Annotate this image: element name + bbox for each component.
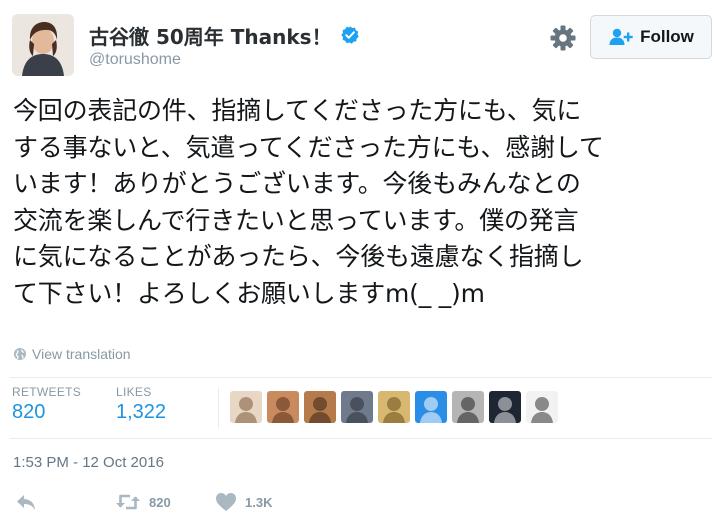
follow-button[interactable]: Follow bbox=[590, 15, 712, 59]
add-user-icon bbox=[609, 28, 633, 45]
follow-label: Follow bbox=[640, 27, 694, 46]
liker-avatar-8[interactable] bbox=[489, 391, 521, 423]
likes-value: 1,322 bbox=[116, 401, 167, 423]
stat-separator bbox=[218, 388, 219, 428]
retweets-label: RETWEETS bbox=[12, 385, 82, 399]
tweet-line: います！ありがとうございます。今後もみんなとの bbox=[13, 169, 581, 198]
tweet-line: する事ないと、気遣ってくださった方にも、感謝して bbox=[13, 132, 604, 162]
likes-stat[interactable]: LIKES 1,322 bbox=[116, 385, 166, 424]
display-name[interactable]: 古谷徹 50周年 Thanks！ bbox=[89, 21, 332, 50]
like-button[interactable]: 1.3K bbox=[215, 492, 272, 512]
liker-avatar-4[interactable] bbox=[341, 391, 373, 423]
liker-avatar-1[interactable] bbox=[230, 391, 262, 423]
retweet-icon bbox=[116, 494, 140, 510]
verified-badge-icon bbox=[340, 26, 359, 44]
liker-avatar-7[interactable] bbox=[452, 391, 484, 423]
avatar[interactable] bbox=[12, 14, 74, 76]
divider bbox=[10, 377, 712, 378]
liker-avatar-3[interactable] bbox=[304, 391, 336, 423]
tweet-card: 古谷徹 50周年 Thanks！ @torushome Follow 今回の表記… bbox=[0, 0, 722, 524]
name-row: 古谷徹 50周年 Thanks！ bbox=[89, 21, 360, 50]
tweet-line: て下さい！よろしくお願いしますm(_ _)m bbox=[13, 278, 485, 308]
retweet-button[interactable]: 820 bbox=[115, 492, 171, 512]
retweets-value: 820 bbox=[12, 401, 46, 423]
liker-avatar-2[interactable] bbox=[267, 391, 299, 423]
liker-avatar-6[interactable] bbox=[415, 391, 447, 423]
retweets-stat[interactable]: RETWEETS 820 bbox=[12, 385, 81, 424]
liker-avatar-9[interactable] bbox=[526, 391, 558, 423]
like-count: 1.3K bbox=[245, 494, 273, 510]
gear-icon[interactable] bbox=[549, 24, 577, 52]
liker-avatar-5[interactable] bbox=[378, 391, 410, 423]
heart-icon bbox=[216, 493, 236, 511]
user-handle[interactable]: @torushome bbox=[89, 51, 181, 69]
tweet-timestamp[interactable]: 1:53 PM - 12 Oct 2016 bbox=[13, 454, 164, 471]
divider bbox=[10, 438, 712, 439]
reply-button[interactable] bbox=[15, 492, 37, 512]
tweet-line: 交流を楽しんで行きたいと思っています。僕の発言 bbox=[13, 205, 579, 235]
tweet-line: に気になることがあったら、今後も遠慮なく指摘し bbox=[13, 242, 584, 271]
likes-label: LIKES bbox=[116, 385, 152, 399]
retweet-count: 820 bbox=[149, 494, 171, 510]
globe-icon bbox=[14, 348, 26, 360]
reply-icon bbox=[17, 495, 35, 510]
tweet-line: 今回の表記の件、指摘してくださった方にも、気に bbox=[13, 96, 582, 125]
liker-avatars bbox=[230, 391, 563, 423]
view-translation-label: View translation bbox=[32, 346, 131, 362]
tweet-text: 今回の表記の件、指摘してくださった方にも、気に する事ないと、気遣ってくださった… bbox=[13, 93, 713, 312]
view-translation-link[interactable]: View translation bbox=[13, 346, 131, 362]
